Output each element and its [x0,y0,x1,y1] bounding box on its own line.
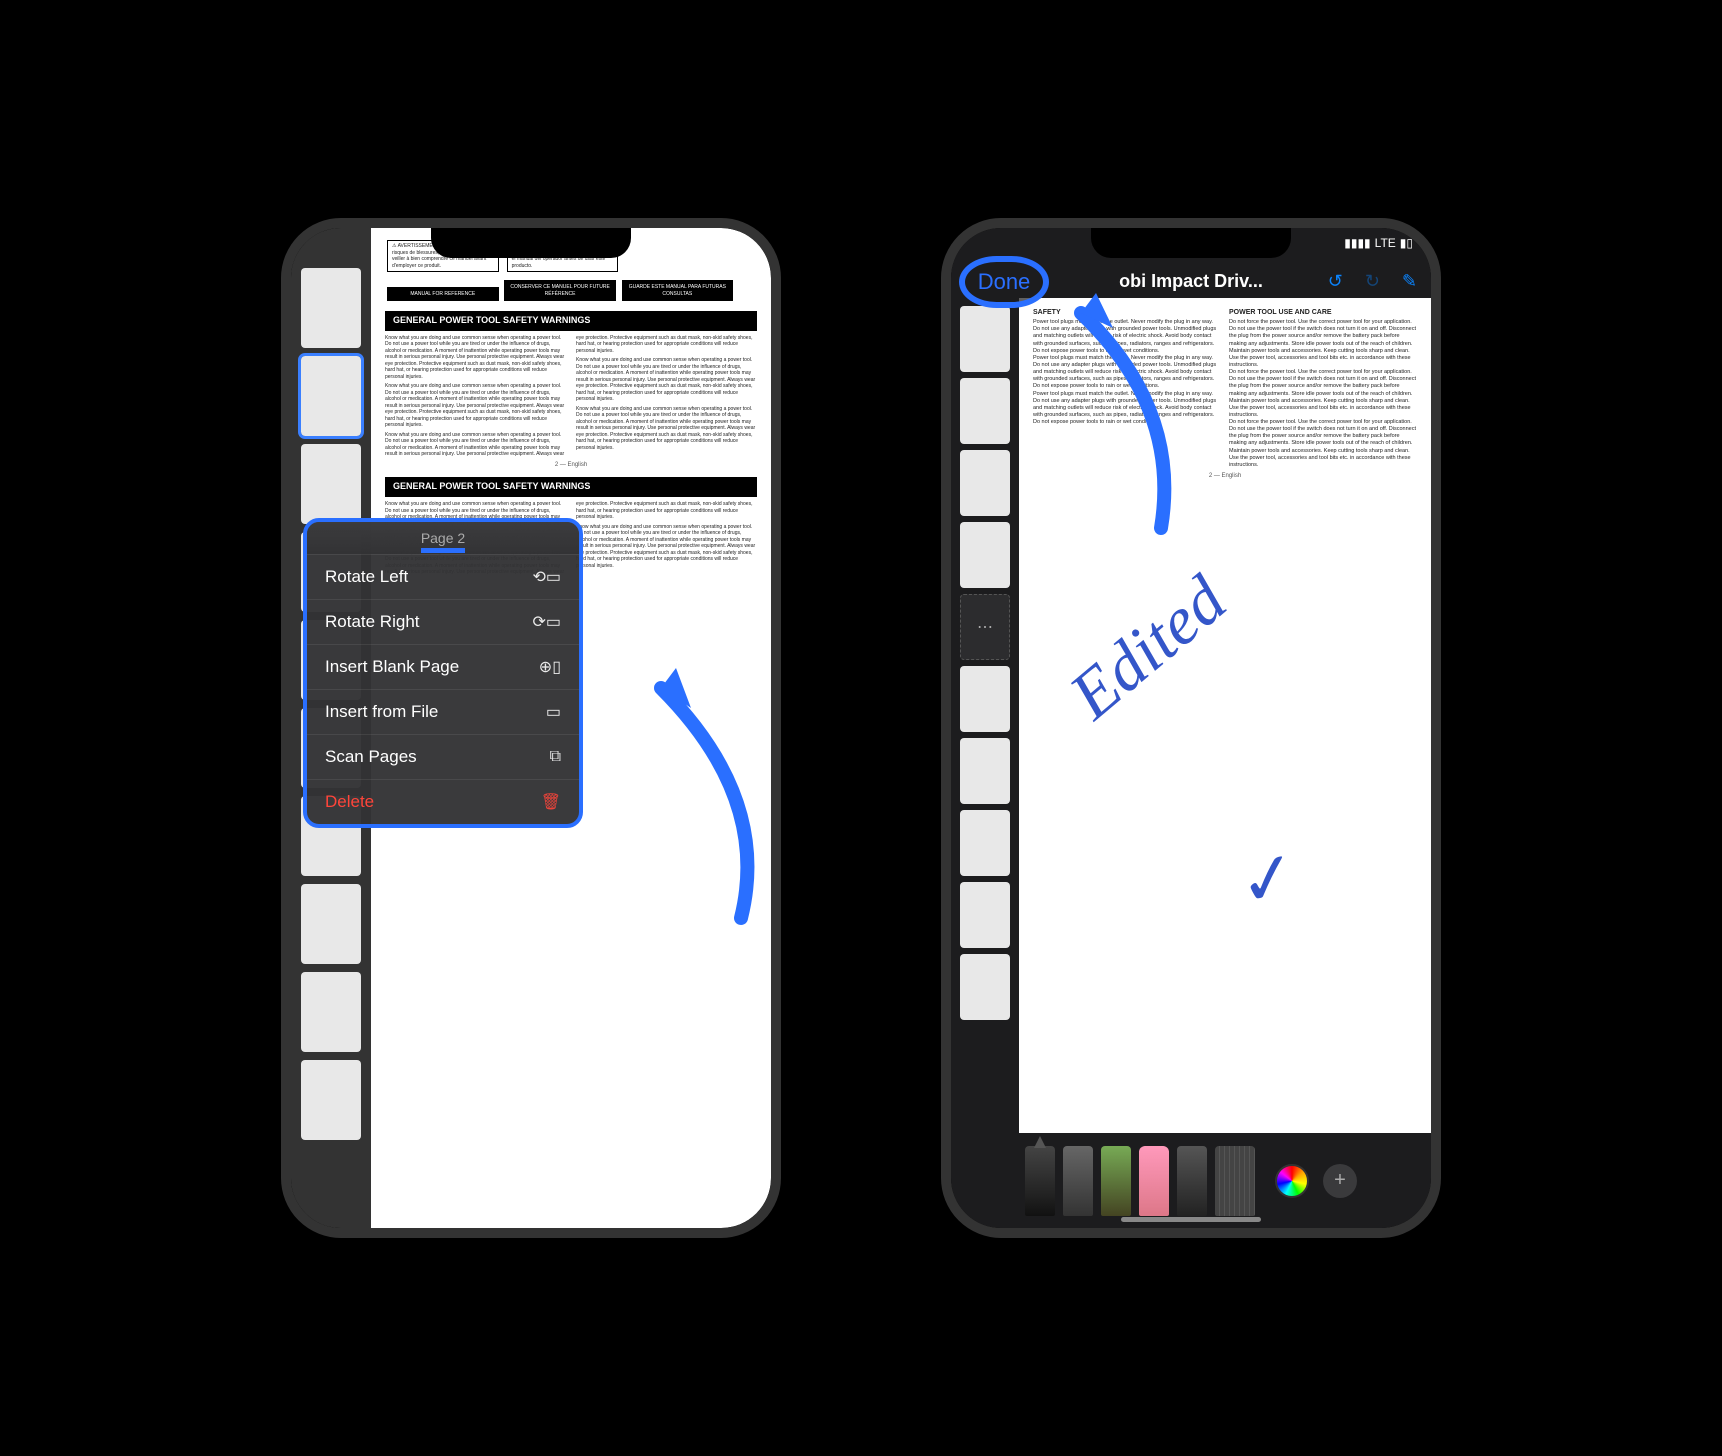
page-thumbnail[interactable] [960,306,1010,372]
done-button[interactable]: Done [959,256,1049,308]
page-thumbnail[interactable] [960,882,1010,948]
markup-toggle-button[interactable]: ✎ [1402,271,1417,292]
page-thumbnail[interactable] [301,1060,361,1140]
page-number-label: 2 — English [1033,473,1417,481]
body-text: Know what you are doing and use common s… [385,335,757,458]
ruler-tool[interactable] [1215,1146,1255,1216]
scan-icon: ⧉ [550,748,561,766]
notch [431,228,631,258]
page-thumbnail[interactable] [960,810,1010,876]
menu-delete[interactable]: Delete 🗑 [307,779,579,824]
add-page-icon: ⊕▯ [539,657,561,677]
status-bar: ▮▮▮▮ LTE ▮▯ [1344,236,1413,250]
page-thumbnail[interactable] [301,884,361,964]
screen-left: ⚠ AVERTISSEMENT : Pour réduire les risqu… [291,228,771,1228]
document-title: obi Impact Driv... [1119,271,1263,292]
section-heading: POWER TOOL USE AND CARE [1229,308,1417,317]
redo-button[interactable]: ↻ [1365,271,1380,292]
screen-right: ▮▮▮▮ LTE ▮▯ obi Impact Driv... ↺ ↻ ✎ Don… [951,228,1431,1228]
home-indicator[interactable] [1121,1217,1261,1222]
menu-insert-blank[interactable]: Insert Blank Page ⊕▯ [307,644,579,689]
page-thumbnail[interactable] [960,954,1010,1020]
page-thumbnail[interactable] [301,268,361,348]
section-heading: GENERAL POWER TOOL SAFETY WARNINGS [385,311,757,331]
document-page-view[interactable]: SAFETY Power tool plugs must match the o… [1019,298,1431,1133]
page-thumbnail[interactable] [960,378,1010,444]
marker-tool[interactable] [1063,1146,1093,1216]
add-page-thumbnail[interactable]: ⋯ [960,594,1010,660]
page-thumbnail[interactable] [960,522,1010,588]
reference-box: MANUAL FOR REFERENCE [387,287,499,302]
page-thumbnail[interactable] [301,972,361,1052]
menu-rotate-left[interactable]: Rotate Left ⟲▭ [307,554,579,599]
lasso-tool[interactable] [1177,1146,1207,1216]
menu-scan-pages[interactable]: Scan Pages ⧉ [307,734,579,779]
phone-left: ⚠ AVERTISSEMENT : Pour réduire les risqu… [281,218,781,1238]
menu-header: Page 2 [307,522,579,554]
menu-label: Scan Pages [325,747,417,767]
section-heading: GENERAL POWER TOOL SAFETY WARNINGS [385,477,757,497]
undo-button[interactable]: ↺ [1328,271,1343,292]
rotate-left-icon: ⟲▭ [532,567,561,587]
menu-insert-file[interactable]: Insert from File ▭ [307,689,579,734]
menu-rotate-right[interactable]: Rotate Right ⟳▭ [307,599,579,644]
signal-icon: ▮▮▮▮ [1344,236,1370,250]
page-thumbnail[interactable] [301,444,361,524]
thumbnail-sidebar[interactable]: ⋯ [951,298,1019,1133]
menu-label: Delete [325,792,374,812]
pen-tool[interactable] [1025,1146,1055,1216]
menu-label: Insert Blank Page [325,657,459,677]
markup-toolbar: + [951,1133,1431,1228]
page-context-menu: Page 2 Rotate Left ⟲▭ Rotate Right ⟳▭ In… [303,518,583,828]
color-picker-button[interactable] [1275,1164,1309,1198]
menu-label: Rotate Left [325,567,408,587]
reference-box: GUARDE ESTE MANUAL PARA FUTURAS CONSULTA… [622,280,734,301]
page-thumbnail[interactable] [960,450,1010,516]
add-annotation-button[interactable]: + [1323,1164,1357,1198]
page-thumbnail[interactable] [960,738,1010,804]
menu-label: Rotate Right [325,612,420,632]
page-thumbnail[interactable] [960,666,1010,732]
battery-icon: ▮▯ [1400,236,1413,250]
pencil-tool[interactable] [1101,1146,1131,1216]
manual-content: SAFETY Power tool plugs must match the o… [1019,298,1431,1133]
page-thumbnail-selected[interactable] [301,356,361,436]
section-heading: SAFETY [1033,308,1221,317]
folder-icon: ▭ [546,702,561,722]
network-label: LTE [1375,236,1396,250]
eraser-tool[interactable] [1139,1146,1169,1216]
document-editor: ⋯ SAFETY Power tool plugs must match the… [951,298,1431,1133]
phone-right: ▮▮▮▮ LTE ▮▯ obi Impact Driv... ↺ ↻ ✎ Don… [941,218,1441,1238]
trash-icon: 🗑 [541,792,561,812]
rotate-right-icon: ⟳▭ [532,612,561,632]
menu-label: Insert from File [325,702,438,722]
notch [1091,228,1291,258]
page-number-label: 2 — English [385,462,757,470]
reference-box: CONSERVER CE MANUEL POUR FUTURE RÉFÉRENC… [504,280,616,301]
